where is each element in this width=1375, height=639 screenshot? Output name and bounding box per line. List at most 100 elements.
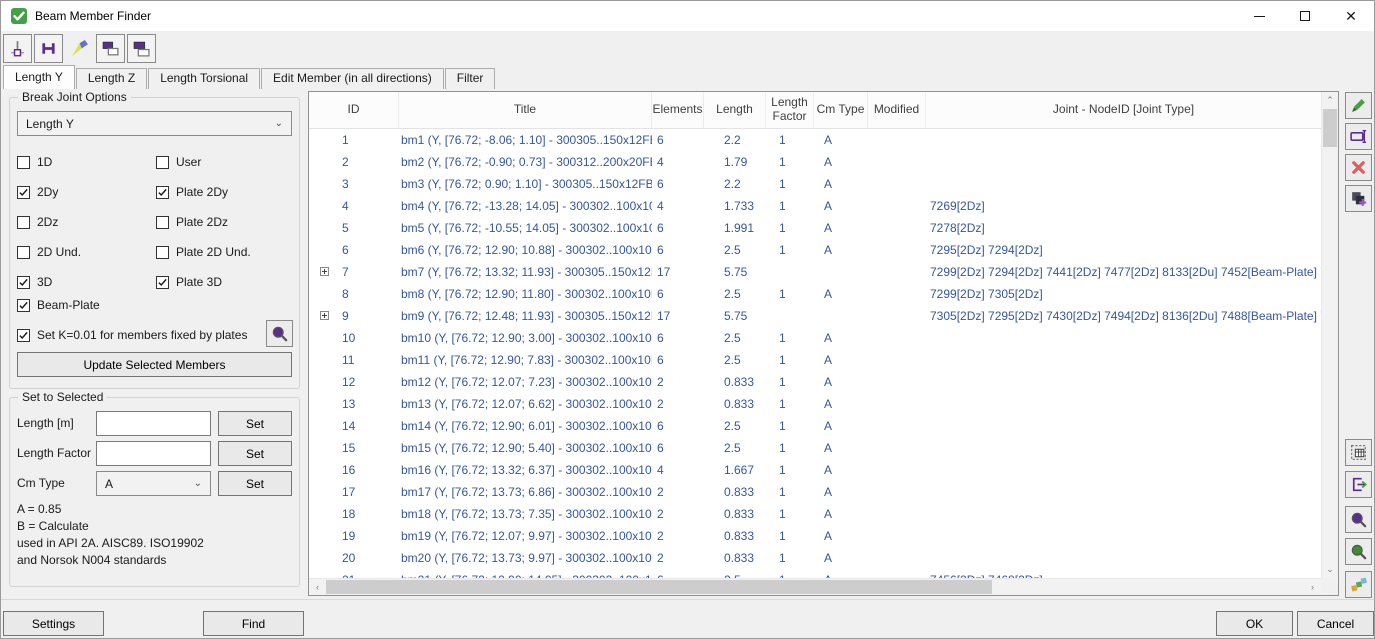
- checkbox-1d[interactable]: 1D: [17, 147, 156, 177]
- tab-length-y[interactable]: Length Y: [3, 65, 75, 89]
- col-header-cm-type[interactable]: Cm Type: [814, 92, 868, 128]
- magnifier-purple-button[interactable]: [1345, 506, 1372, 533]
- tab-length-z[interactable]: Length Z: [76, 68, 147, 89]
- expand-plus-icon[interactable]: [320, 267, 329, 276]
- length-m--input[interactable]: [96, 411, 211, 436]
- table-row[interactable]: 5bm5 (Y, [76.72; -10.55; 14.05] - 300302…: [309, 217, 1321, 239]
- delete-x-button[interactable]: [1345, 154, 1372, 181]
- cancel-button[interactable]: Cancel: [1297, 611, 1374, 636]
- col-header-modified[interactable]: Modified: [868, 92, 926, 128]
- table-row[interactable]: 19bm19 (Y, [76.72; 12.07; 9.97] - 300302…: [309, 525, 1321, 547]
- tab-length-torsional[interactable]: Length Torsional: [148, 68, 260, 89]
- rename-field-button[interactable]: [1345, 123, 1372, 150]
- table-header: ID Title Elements Length Length Factor C…: [309, 92, 1321, 129]
- cm-type-dropdown[interactable]: A⌄: [96, 471, 211, 496]
- checkbox-plate-3d[interactable]: Plate 3D: [156, 267, 295, 297]
- cell-elements: 6: [652, 353, 704, 367]
- break-mode-dropdown[interactable]: Length Y ⌄: [17, 111, 292, 136]
- table-row[interactable]: 11bm11 (Y, [76.72; 12.90; 7.83] - 300302…: [309, 349, 1321, 371]
- toolbar-button-node-pin[interactable]: [3, 34, 32, 63]
- set-length-factor-button[interactable]: Set: [218, 441, 292, 466]
- minimize-button[interactable]: [1236, 1, 1282, 31]
- table-row[interactable]: 2bm2 (Y, [76.72; -0.90; 0.73] - 300312..…: [309, 151, 1321, 173]
- checkbox-unchecked-icon: [17, 216, 30, 229]
- find-button[interactable]: Find: [203, 611, 304, 636]
- table-row[interactable]: 8bm8 (Y, [76.72; 12.90; 11.80] - 300302.…: [309, 283, 1321, 305]
- set-length-m--button[interactable]: Set: [218, 411, 292, 436]
- magnifier-green-button[interactable]: [1345, 538, 1372, 565]
- footer-bar: Settings Find OK Cancel: [1, 599, 1374, 638]
- col-header-title[interactable]: Title: [399, 92, 652, 128]
- checkbox-plate-2d-und-[interactable]: Plate 2D Und.: [156, 237, 295, 267]
- checkbox-checked-icon: [156, 276, 169, 289]
- toolbar-button-paste-member[interactable]: [127, 34, 156, 63]
- table-row[interactable]: 17bm17 (Y, [76.72; 13.73; 6.86] - 300302…: [309, 481, 1321, 503]
- settings-button[interactable]: Settings: [3, 611, 104, 636]
- scroll-up-icon[interactable]: ⌃: [1322, 92, 1338, 109]
- cell-elements: 2: [652, 375, 704, 389]
- table-row[interactable]: 21bm21 (Y, [76.72; 12.90; 14.05] - 30030…: [309, 569, 1321, 578]
- colored-cubes-button[interactable]: [1345, 571, 1372, 598]
- col-header-id[interactable]: ID: [309, 92, 399, 128]
- col-header-length[interactable]: Length: [704, 92, 766, 128]
- table-row[interactable]: 10bm10 (Y, [76.72; 12.90; 3.00] - 300302…: [309, 327, 1321, 349]
- view-fixed-members-button[interactable]: [266, 320, 293, 347]
- table-row[interactable]: 9bm9 (Y, [76.72; 12.48; 11.93] - 300305.…: [309, 305, 1321, 327]
- checkbox-plate-2dz[interactable]: Plate 2Dz: [156, 207, 295, 237]
- col-header-elements[interactable]: Elements: [652, 92, 704, 128]
- close-button[interactable]: ✕: [1328, 1, 1374, 31]
- length-factor-input[interactable]: [96, 441, 211, 466]
- export-member-button[interactable]: [1345, 471, 1372, 498]
- checkbox-user[interactable]: User: [156, 147, 295, 177]
- col-header-length-factor[interactable]: Length Factor: [766, 92, 814, 128]
- cell-title: bm13 (Y, [76.72; 12.07; 6.62] - 300302..…: [399, 397, 652, 411]
- vertical-scroll-thumb[interactable]: [1323, 109, 1337, 147]
- cell-id: 16: [309, 463, 399, 477]
- cell-elements: 6: [652, 441, 704, 455]
- table-row[interactable]: 12bm12 (Y, [76.72; 12.07; 7.23] - 300302…: [309, 371, 1321, 393]
- toolbar-button-ibeam[interactable]: [34, 34, 63, 63]
- table-row[interactable]: 7bm7 (Y, [76.72; 13.32; 11.93] - 300305.…: [309, 261, 1321, 283]
- checkbox-beam-plate[interactable]: Beam-Plate: [17, 298, 100, 312]
- cell-elements: 2: [652, 507, 704, 521]
- node-pin-icon: [8, 39, 27, 58]
- scroll-down-icon[interactable]: ⌄: [1322, 561, 1338, 578]
- checkbox-plate-2dy[interactable]: Plate 2Dy: [156, 177, 295, 207]
- scroll-right-icon[interactable]: ›: [1304, 579, 1321, 595]
- select-table-button[interactable]: [1345, 439, 1372, 466]
- table-row[interactable]: 15bm15 (Y, [76.72; 12.90; 5.40] - 300302…: [309, 437, 1321, 459]
- checkbox-2d-und-[interactable]: 2D Und.: [17, 237, 156, 267]
- scroll-left-icon[interactable]: ‹: [309, 579, 326, 595]
- ok-button[interactable]: OK: [1216, 611, 1293, 636]
- checkbox-2dz[interactable]: 2Dz: [17, 207, 156, 237]
- tab-edit-member-in-all-directions-[interactable]: Edit Member (in all directions): [261, 68, 444, 89]
- table-row[interactable]: 3bm3 (Y, [76.72; 0.90; 1.10] - 300305..1…: [309, 173, 1321, 195]
- vertical-scrollbar[interactable]: ⌃ ⌄: [1321, 92, 1338, 578]
- add-copy-button[interactable]: [1345, 185, 1372, 212]
- horizontal-scrollbar[interactable]: ‹ ›: [309, 578, 1321, 595]
- tab-filter[interactable]: Filter: [445, 68, 496, 89]
- maximize-button[interactable]: [1282, 1, 1328, 31]
- table-row[interactable]: 4bm4 (Y, [76.72; -13.28; 14.05] - 300302…: [309, 195, 1321, 217]
- table-row[interactable]: 1bm1 (Y, [76.72; -8.06; 1.10] - 300305..…: [309, 129, 1321, 151]
- horizontal-scroll-thumb[interactable]: [326, 580, 992, 594]
- cm-type-notes: A = 0.85B = Calculateused in API 2A. AIS…: [17, 501, 204, 569]
- toolbar-button-brush[interactable]: [65, 34, 94, 63]
- checkbox-2dy[interactable]: 2Dy: [17, 177, 156, 207]
- pencil-edit-button[interactable]: [1345, 92, 1372, 119]
- table-row[interactable]: 18bm18 (Y, [76.72; 13.73; 7.35] - 300302…: [309, 503, 1321, 525]
- toolbar-button-copy-member[interactable]: [96, 34, 125, 63]
- cell-title: bm19 (Y, [76.72; 12.07; 9.97] - 300302..…: [399, 529, 652, 543]
- table-row[interactable]: 6bm6 (Y, [76.72; 12.90; 10.88] - 300302.…: [309, 239, 1321, 261]
- checkbox-set-k-0-01-for-members-fixed-by-plates[interactable]: Set K=0.01 for members fixed by plates: [17, 328, 247, 342]
- table-row[interactable]: 13bm13 (Y, [76.72; 12.07; 6.62] - 300302…: [309, 393, 1321, 415]
- checkbox-3d[interactable]: 3D: [17, 267, 156, 297]
- table-row[interactable]: 14bm14 (Y, [76.72; 12.90; 6.01] - 300302…: [309, 415, 1321, 437]
- table-row[interactable]: 16bm16 (Y, [76.72; 13.32; 6.37] - 300302…: [309, 459, 1321, 481]
- set-cm-type-button[interactable]: Set: [218, 471, 292, 496]
- table-row[interactable]: 20bm20 (Y, [76.72; 13.73; 9.97] - 300302…: [309, 547, 1321, 569]
- expand-plus-icon[interactable]: [320, 311, 329, 320]
- paste-member-icon: [132, 39, 151, 58]
- col-header-joints[interactable]: Joint - NodeID [Joint Type]: [926, 92, 1321, 128]
- update-selected-members-button[interactable]: Update Selected Members: [17, 352, 292, 377]
